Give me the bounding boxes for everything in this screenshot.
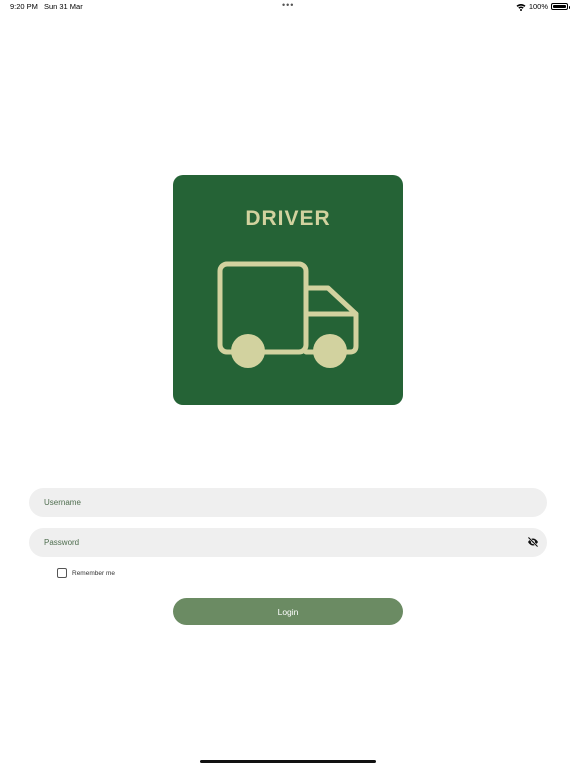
wifi-icon — [516, 3, 526, 11]
password-input[interactable] — [42, 537, 547, 548]
status-left: 9:20 PM Sun 31 Mar — [10, 2, 83, 11]
battery-cap — [568, 6, 570, 9]
status-right: 100% — [516, 2, 570, 11]
password-field[interactable] — [29, 528, 547, 557]
app-logo-title: DRIVER — [245, 207, 331, 230]
battery-icon — [551, 3, 570, 10]
username-input[interactable] — [42, 497, 547, 508]
remember-checkbox[interactable] — [57, 568, 67, 578]
status-time: 9:20 PM — [10, 2, 38, 11]
remember-label: Remember me — [72, 569, 115, 577]
eye-off-icon[interactable] — [527, 536, 539, 548]
battery-fill — [553, 5, 566, 8]
home-indicator[interactable] — [200, 760, 376, 763]
multitasking-dots-icon[interactable]: ••• — [282, 1, 294, 10]
login-button[interactable]: Login — [173, 598, 403, 625]
remember-me[interactable]: Remember me — [57, 568, 115, 578]
username-field[interactable] — [29, 488, 547, 517]
battery-percent: 100% — [528, 2, 548, 11]
status-bar: 9:20 PM Sun 31 Mar ••• 100% — [0, 0, 576, 14]
status-date: Sun 31 Mar — [43, 2, 83, 11]
truck-icon — [217, 261, 359, 368]
